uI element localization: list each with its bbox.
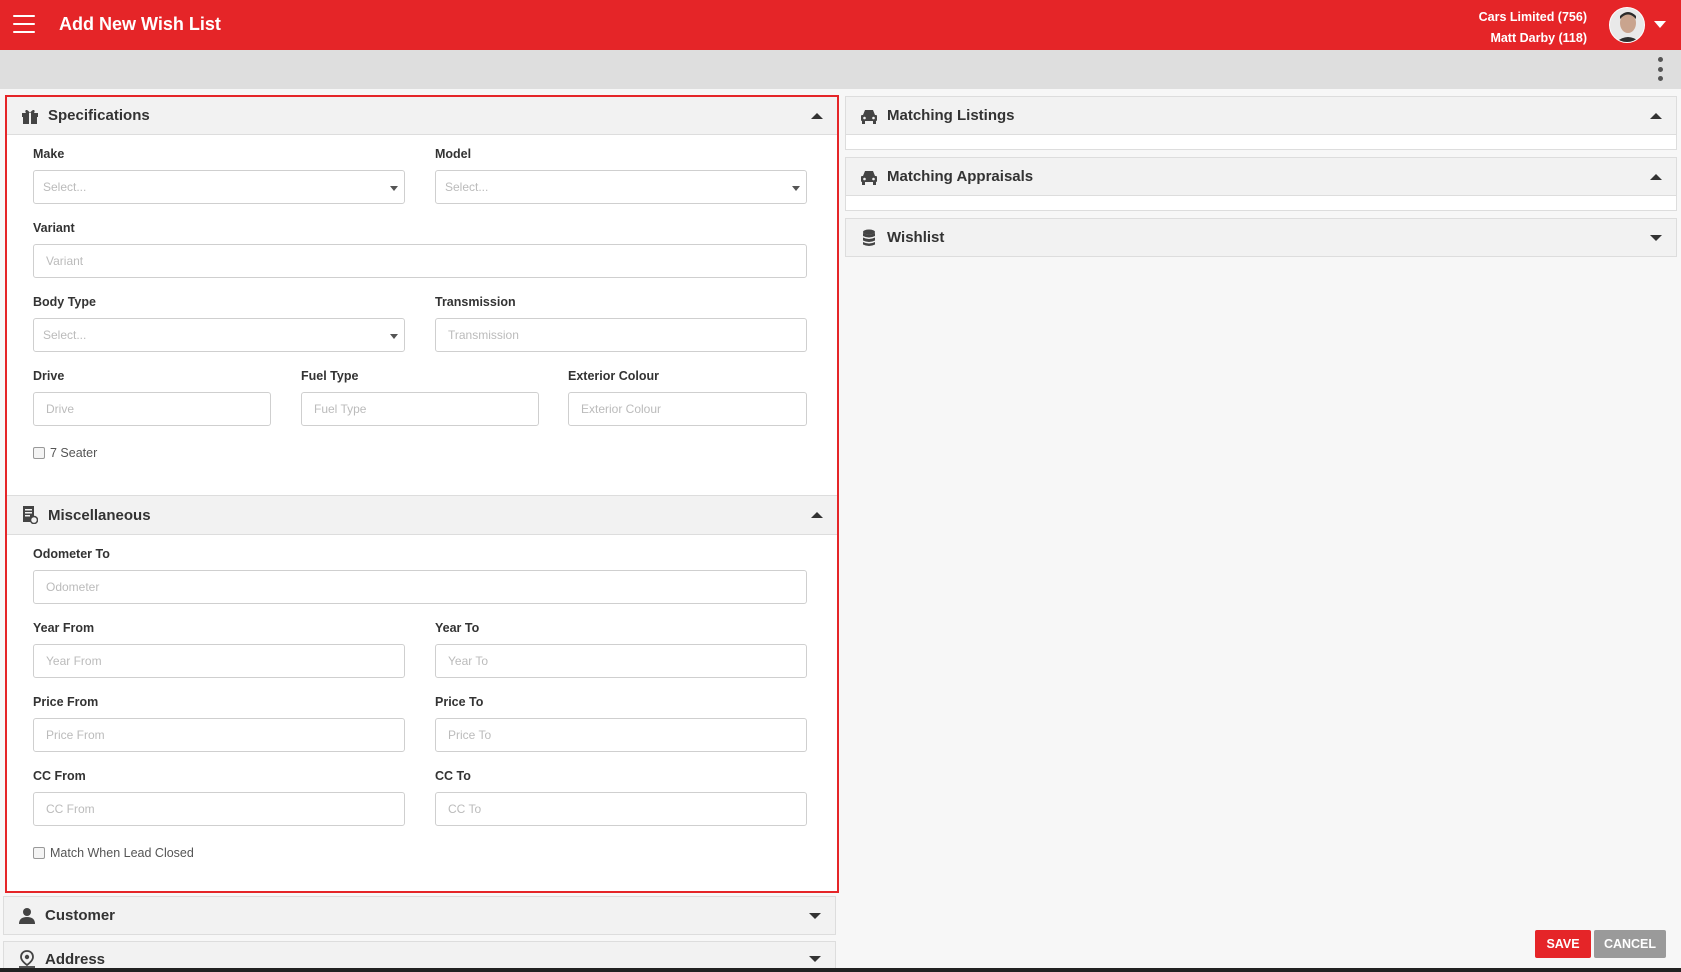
car-icon bbox=[860, 168, 878, 186]
address-title: Address bbox=[45, 950, 106, 968]
bottom-border bbox=[0, 968, 1681, 972]
year-to-label: Year To bbox=[435, 621, 480, 635]
company-name: Cars Limited (756) bbox=[1478, 10, 1587, 24]
dropdown-caret-icon bbox=[792, 186, 800, 191]
cc-to-input[interactable]: CC To bbox=[435, 792, 807, 826]
database-icon bbox=[860, 229, 878, 247]
customer-title: Customer bbox=[45, 907, 116, 924]
cc-to-label: CC To bbox=[435, 769, 471, 783]
kebab-menu-icon[interactable] bbox=[1657, 57, 1663, 81]
wishlist-form bbox=[5, 95, 839, 893]
seven-seater-option: 7 Seater bbox=[33, 446, 97, 460]
price-from-input[interactable]: Price From bbox=[33, 718, 405, 752]
transmission-input[interactable]: Transmission bbox=[435, 318, 807, 352]
cc-from-label: CC From bbox=[33, 769, 86, 783]
map-pin-icon bbox=[18, 950, 36, 968]
miscellaneous-title: Miscellaneous bbox=[48, 506, 151, 524]
specifications-title: Specifications bbox=[48, 107, 150, 124]
gift-icon bbox=[21, 107, 39, 125]
match-when-lead-closed-checkbox[interactable] bbox=[33, 847, 45, 859]
page-title: Add New Wish List bbox=[59, 14, 221, 34]
customer-panel-header[interactable]: Customer bbox=[3, 896, 836, 935]
dropdown-caret-icon bbox=[390, 186, 398, 191]
document-icon bbox=[21, 506, 39, 524]
price-to-label: Price To bbox=[435, 695, 484, 709]
year-to-input[interactable]: Year To bbox=[435, 644, 807, 678]
expand-chevron-icon[interactable] bbox=[809, 956, 821, 962]
matching-listings-title: Matching Listings bbox=[887, 107, 1015, 124]
fuel-type-label: Fuel Type bbox=[301, 369, 359, 383]
matching-listings-body bbox=[845, 135, 1677, 150]
matching-listings-panel-header[interactable]: Matching Listings bbox=[845, 96, 1677, 135]
user-icon bbox=[18, 907, 36, 925]
variant-input[interactable]: Variant bbox=[33, 244, 807, 278]
seven-seater-checkbox[interactable] bbox=[33, 447, 45, 459]
collapse-chevron-icon[interactable] bbox=[1650, 173, 1662, 180]
make-select[interactable]: Select... bbox=[33, 170, 405, 204]
body-type-label: Body Type bbox=[33, 295, 96, 309]
transmission-label: Transmission bbox=[435, 295, 516, 309]
avatar[interactable] bbox=[1609, 7, 1645, 43]
user-info: Cars Limited (756) Matt Darby (118) bbox=[1479, 7, 1587, 49]
odometer-input[interactable]: Odometer bbox=[33, 570, 807, 604]
user-name: Matt Darby (118) bbox=[1490, 31, 1587, 45]
year-from-input[interactable]: Year From bbox=[33, 644, 405, 678]
drive-input[interactable]: Drive bbox=[33, 392, 271, 426]
drive-label: Drive bbox=[33, 369, 65, 383]
body-type-select[interactable]: Select... bbox=[33, 318, 405, 352]
hamburger-icon[interactable] bbox=[13, 15, 35, 33]
cc-from-input[interactable]: CC From bbox=[33, 792, 405, 826]
fuel-type-input[interactable]: Fuel Type bbox=[301, 392, 539, 426]
save-button[interactable]: SAVE bbox=[1535, 930, 1591, 958]
model-label: Model bbox=[435, 147, 472, 161]
user-menu-caret-icon[interactable] bbox=[1654, 21, 1666, 28]
wishlist-panel-header[interactable]: Wishlist bbox=[845, 218, 1677, 257]
matching-appraisals-title: Matching Appraisals bbox=[887, 168, 1034, 185]
match-when-lead-closed-label: Match When Lead Closed bbox=[50, 846, 194, 860]
exterior-colour-label: Exterior Colour bbox=[568, 369, 659, 383]
collapse-chevron-icon[interactable] bbox=[1650, 112, 1662, 119]
collapse-chevron-icon[interactable] bbox=[811, 112, 823, 119]
exterior-colour-input[interactable]: Exterior Colour bbox=[568, 392, 807, 426]
cancel-button[interactable]: CANCEL bbox=[1594, 930, 1666, 958]
price-to-input[interactable]: Price To bbox=[435, 718, 807, 752]
make-label: Make bbox=[33, 147, 65, 161]
toolbar bbox=[0, 50, 1681, 89]
body-type-placeholder: Select... bbox=[43, 328, 87, 342]
top-app-bar: Add New Wish List Cars Limited (756) Mat… bbox=[0, 0, 1681, 50]
expand-chevron-icon[interactable] bbox=[1650, 234, 1662, 241]
expand-chevron-icon[interactable] bbox=[809, 912, 821, 919]
matching-appraisals-panel-header[interactable]: Matching Appraisals bbox=[845, 157, 1677, 196]
price-from-label: Price From bbox=[33, 695, 99, 709]
variant-label: Variant bbox=[33, 221, 75, 235]
odometer-to-label: Odometer To bbox=[33, 547, 110, 561]
dropdown-caret-icon bbox=[390, 334, 398, 339]
year-from-label: Year From bbox=[33, 621, 95, 635]
make-placeholder: Select... bbox=[43, 180, 87, 194]
collapse-chevron-icon[interactable] bbox=[811, 512, 823, 518]
model-placeholder: Select... bbox=[445, 180, 489, 194]
model-select[interactable]: Select... bbox=[435, 170, 807, 204]
match-when-lead-closed-option: Match When Lead Closed bbox=[33, 846, 194, 860]
wishlist-title: Wishlist bbox=[887, 229, 945, 246]
car-icon bbox=[860, 107, 878, 125]
matching-appraisals-body bbox=[845, 196, 1677, 211]
specifications-panel-header[interactable]: Specifications bbox=[7, 97, 837, 135]
seven-seater-label: 7 Seater bbox=[50, 446, 98, 460]
miscellaneous-panel-header[interactable]: Miscellaneous bbox=[7, 495, 837, 535]
